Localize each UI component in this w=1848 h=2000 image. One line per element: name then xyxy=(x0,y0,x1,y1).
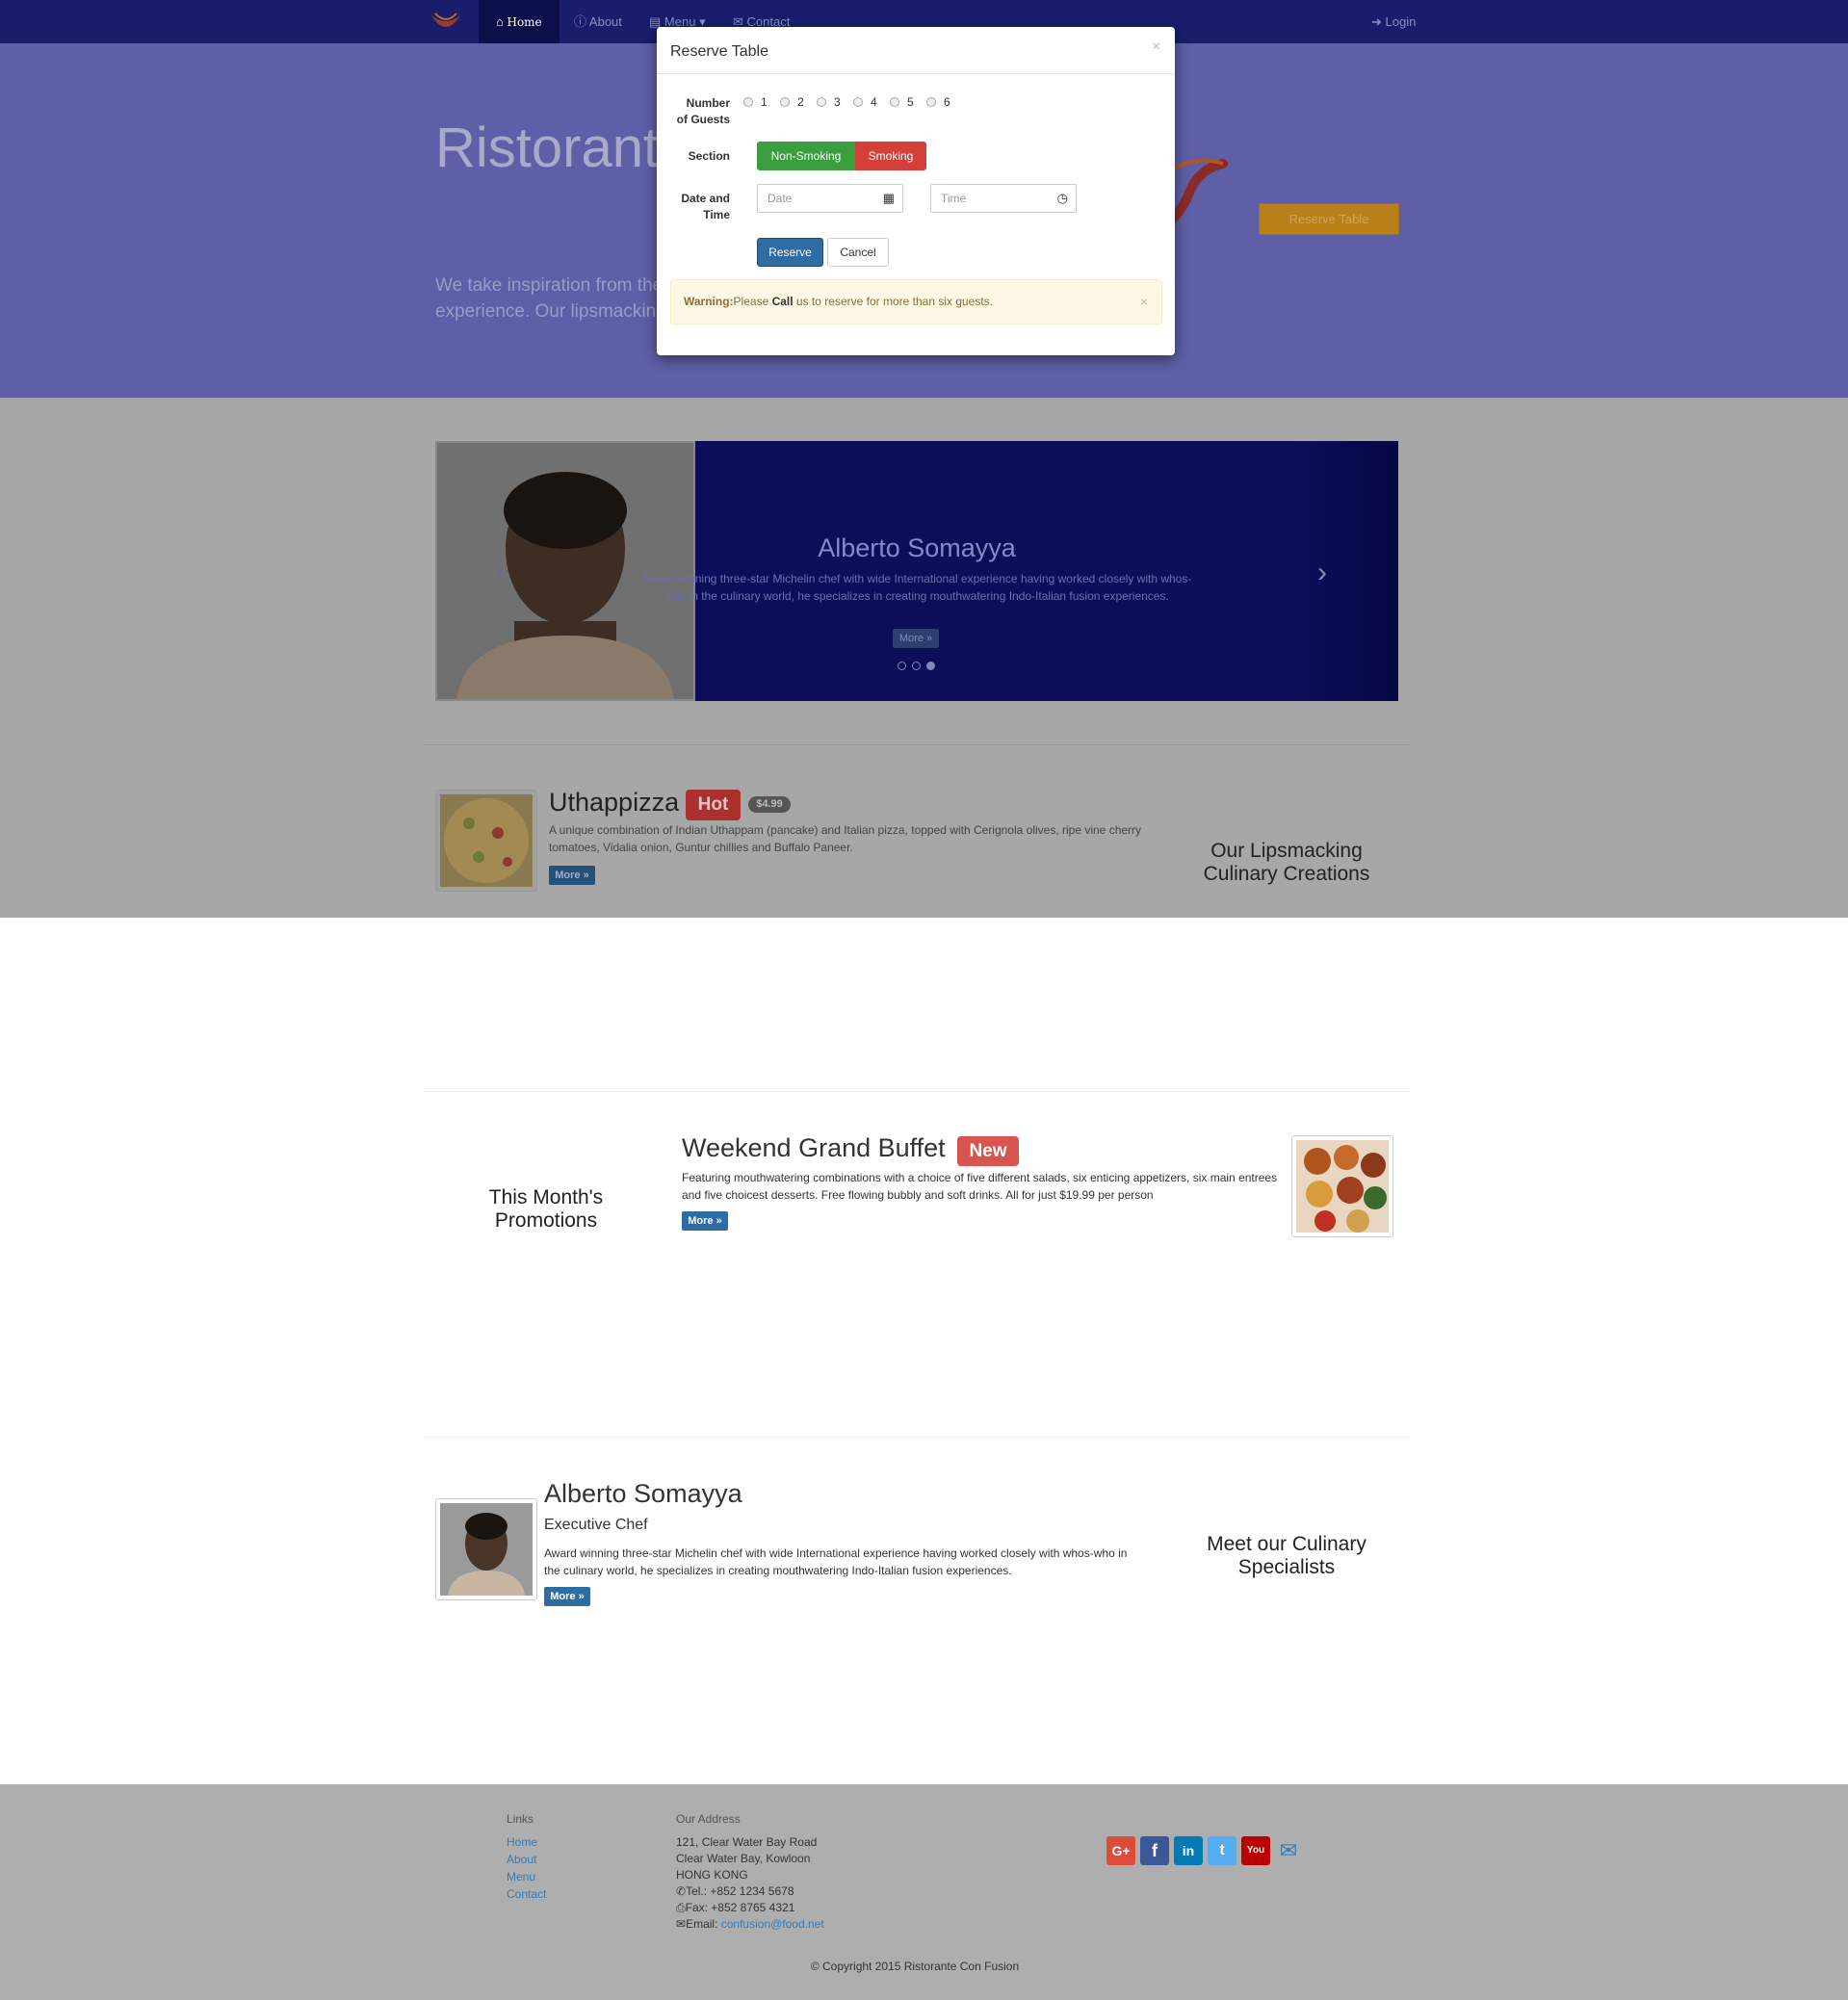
guests-radio-1[interactable] xyxy=(743,97,753,107)
modal-title: Reserve Table xyxy=(670,43,768,60)
modal-close-icon[interactable]: × xyxy=(1152,39,1160,56)
email-icon: ✉ xyxy=(676,1917,687,1931)
carousel-next-icon[interactable]: › xyxy=(1317,557,1327,589)
guests-option-label: 5 xyxy=(907,95,914,109)
promotion-title: Weekend Grand Buffet xyxy=(682,1133,946,1162)
carousel-caption-text: Award winning three-star Michelin chef w… xyxy=(641,572,1192,603)
warning-alert: Warning:Please Call us to reserve for mo… xyxy=(670,279,1162,325)
date-input[interactable]: Date ▦ xyxy=(757,184,903,213)
smoking-button[interactable]: Smoking xyxy=(855,142,926,170)
guests-option-label: 1 xyxy=(761,95,768,109)
carousel-right-shade xyxy=(1286,441,1398,701)
promotion-description: Featuring mouthwatering combinations wit… xyxy=(682,1171,1278,1202)
section-divider xyxy=(424,744,1410,745)
phone-icon: ✆ xyxy=(676,1884,687,1898)
facebook-icon[interactable]: f xyxy=(1140,1836,1169,1865)
footer-link-contact[interactable]: Contact xyxy=(507,1887,546,1901)
carousel-indicator-2[interactable] xyxy=(912,662,921,670)
leader-name: Alberto Somayya xyxy=(544,1479,742,1508)
address-line: Clear Water Bay, Kowloon xyxy=(676,1852,811,1865)
home-icon: ⌂ xyxy=(496,14,504,29)
promotion-section-heading: This Month's Promotions xyxy=(488,1186,604,1232)
guests-radio-3[interactable] xyxy=(817,97,826,107)
linkedin-icon[interactable]: in xyxy=(1174,1836,1203,1865)
carousel-indicator-1[interactable] xyxy=(898,662,906,670)
carousel-more-button[interactable]: More » xyxy=(893,629,939,648)
youtube-icon[interactable]: You xyxy=(1241,1836,1270,1865)
new-badge: New xyxy=(957,1136,1019,1166)
dish-description: A unique combination of Indian Uthappam … xyxy=(549,823,1142,854)
leader-more-button[interactable]: More » xyxy=(544,1587,590,1606)
guests-option-label: 3 xyxy=(834,95,841,109)
leader-thumbnail[interactable] xyxy=(435,1498,537,1600)
footer-address-heading: Our Address xyxy=(676,1812,741,1826)
email-link[interactable]: confusion@food.net xyxy=(721,1917,824,1931)
leader-portrait-image xyxy=(440,1503,533,1596)
carousel-indicator-3-active[interactable] xyxy=(926,662,935,670)
fax-icon: ⎙ xyxy=(676,1901,686,1914)
price-badge: $4.99 xyxy=(748,796,791,813)
guests-option-label: 6 xyxy=(944,95,950,109)
address-line: HONG KONG xyxy=(676,1868,748,1882)
footer-link-about[interactable]: About xyxy=(507,1853,536,1866)
uthappizza-image xyxy=(440,794,533,887)
clock-icon: ◷ xyxy=(1056,191,1068,205)
mail-icon[interactable]: ✉ xyxy=(1274,1836,1303,1865)
guests-label: Number of Guests xyxy=(676,96,730,126)
footer-link-menu[interactable]: Menu xyxy=(507,1870,535,1883)
header-title: Ristorante xyxy=(435,117,690,179)
cancel-button[interactable]: Cancel xyxy=(827,238,889,267)
restaurant-logo[interactable] xyxy=(429,10,462,35)
dish-section-heading: Our Lipsmacking Culinary Creations xyxy=(1203,840,1370,885)
reserve-table-modal: Reserve Table × Number of Guests 1 2 3 4… xyxy=(657,27,1175,355)
section-label: Section xyxy=(688,149,730,163)
leader-designation: Executive Chef xyxy=(544,1517,648,1533)
footer-link-home[interactable]: Home xyxy=(507,1835,537,1849)
carousel-caption-title: Alberto Somayya xyxy=(818,533,1016,562)
address-line: 121, Clear Water Bay Road xyxy=(676,1835,818,1849)
nav-login[interactable]: ➜ Login xyxy=(1371,0,1416,43)
dish-thumbnail[interactable] xyxy=(435,790,537,892)
guests-radio-6[interactable] xyxy=(926,97,936,107)
hot-badge: Hot xyxy=(686,790,741,820)
nav-about[interactable]: ⓘ About xyxy=(574,0,622,43)
buffet-image xyxy=(1296,1140,1389,1233)
datetime-label: Date and Time xyxy=(681,192,730,221)
copyright: © Copyright 2015 Ristorante Con Fusion xyxy=(810,1960,1020,1973)
calendar-icon: ▦ xyxy=(882,191,895,205)
guests-radio-2[interactable] xyxy=(780,97,790,107)
guests-option-label: 2 xyxy=(797,95,804,109)
footer-email: ✉Email: confusion@food.net xyxy=(676,1917,824,1931)
section-divider xyxy=(424,1091,1410,1092)
nav-home[interactable]: ⌂ Home xyxy=(479,0,560,43)
info-icon: ⓘ xyxy=(574,14,587,29)
non-smoking-button[interactable]: Non-Smoking xyxy=(757,142,855,170)
google-plus-icon[interactable]: G+ xyxy=(1106,1836,1135,1865)
promotion-thumbnail[interactable] xyxy=(1291,1135,1393,1237)
twitter-icon[interactable]: t xyxy=(1208,1836,1236,1865)
guests-radio-5[interactable] xyxy=(890,97,899,107)
dish-title: Uthappizza xyxy=(549,788,680,817)
alert-close-icon[interactable]: × xyxy=(1140,280,1148,324)
guests-radio-4[interactable] xyxy=(853,97,863,107)
footer-telephone: ✆Tel.: +852 1234 5678 xyxy=(676,1884,794,1898)
leader-description: Award winning three-star Michelin chef w… xyxy=(544,1546,1128,1577)
carousel-prev-icon[interactable]: ‹ xyxy=(495,557,505,589)
footer-links-heading: Links xyxy=(507,1812,534,1826)
footer-fax: ⎙Fax: +852 8765 4321 xyxy=(676,1901,795,1914)
reserve-table-button[interactable]: Reserve Table xyxy=(1259,203,1399,235)
time-input[interactable]: Time ◷ xyxy=(930,184,1077,213)
reserve-submit-button[interactable]: Reserve xyxy=(757,238,823,267)
guests-option-label: 4 xyxy=(871,95,877,109)
login-icon: ➜ xyxy=(1371,14,1382,29)
leader-section-heading: Meet our Culinary Specialists xyxy=(1207,1533,1366,1578)
section-divider xyxy=(424,1437,1410,1438)
dish-more-button[interactable]: More » xyxy=(549,866,595,885)
promotion-more-button[interactable]: More » xyxy=(682,1211,728,1231)
